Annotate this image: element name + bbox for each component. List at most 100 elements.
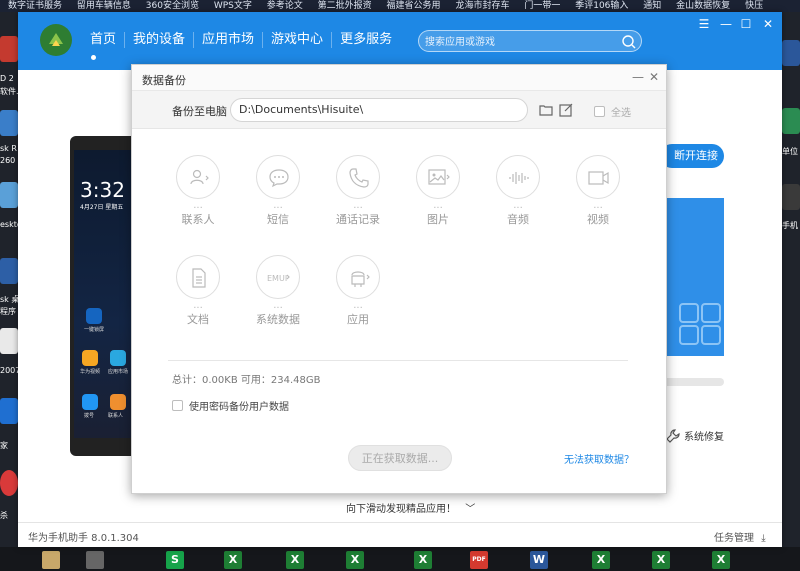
backup-dialog: 数据备份 — ✕ 备份至电脑 D:\Documents\Hisuite\ 全选 … xyxy=(131,64,667,494)
maximize-icon[interactable]: ☐ xyxy=(738,16,754,32)
backup-path-field[interactable]: D:\Documents\Hisuite\ xyxy=(230,98,528,122)
nav-my-device[interactable]: 我的设备 xyxy=(125,32,195,48)
category-count: ... xyxy=(593,200,603,211)
category-system-data[interactable]: EMUI ... 系统数据 xyxy=(248,255,308,327)
category-audio[interactable]: ... 音频 xyxy=(488,155,548,227)
search-box xyxy=(418,30,642,52)
desktop-top-item[interactable]: 龙海市封存车 xyxy=(455,1,509,11)
desktop-icon-label: D 2 xyxy=(0,74,14,83)
taskbar-app-icon[interactable]: S xyxy=(166,551,184,569)
desktop-left-icons: D 2 软件. sk R 260 eskto sk 桌 程序 2007 家 杀 xyxy=(0,12,18,547)
taskbar-app-icon[interactable]: X xyxy=(592,551,610,569)
desktop-top-item[interactable]: 留用车辆信息 xyxy=(77,1,131,11)
picture-icon xyxy=(428,169,450,185)
desktop-icon-label: 手机 xyxy=(782,221,798,230)
nav-more-services[interactable]: 更多服务 xyxy=(332,32,400,48)
desktop-top-item[interactable]: 第二批外报资 xyxy=(318,1,372,11)
wrench-icon xyxy=(666,428,680,443)
desktop-top-item[interactable]: WPS文字 xyxy=(214,1,252,11)
category-label: 文档 xyxy=(187,313,209,326)
desktop-app-icon[interactable] xyxy=(0,182,18,208)
taskbar-app-icon[interactable]: PDF xyxy=(470,551,488,569)
chevron-down-icon: ﹀ xyxy=(465,504,476,515)
category-circle xyxy=(416,155,460,199)
desktop-app-icon[interactable] xyxy=(782,184,800,210)
desktop-icon-label: 程序 xyxy=(0,307,16,316)
encrypt-option[interactable]: 使用密码备份用户数据 xyxy=(172,398,289,413)
category-pictures[interactable]: ... 图片 xyxy=(408,155,468,227)
menu-icon[interactable]: ☰ xyxy=(696,16,712,32)
desktop-top-item[interactable]: 通知 xyxy=(643,1,661,11)
desktop-app-icon[interactable] xyxy=(0,110,18,136)
category-call-log[interactable]: ... 通话记录 xyxy=(328,155,388,227)
nav-home[interactable]: 首页 xyxy=(82,32,126,48)
category-contacts[interactable]: ... 联系人 xyxy=(168,155,228,227)
minimize-icon[interactable]: — xyxy=(718,16,734,32)
close-icon[interactable]: ✕ xyxy=(646,69,662,85)
category-label: 通话记录 xyxy=(336,213,380,226)
desktop-top-item[interactable]: 福建省公务用 xyxy=(387,1,441,11)
desktop-top-item[interactable]: 快压 xyxy=(745,1,763,11)
desktop-top-item[interactable]: 季评106输入 xyxy=(575,1,628,11)
taskbar-app-icon[interactable]: X xyxy=(414,551,432,569)
phone-dial-icon xyxy=(82,394,98,410)
search-icon[interactable] xyxy=(621,34,637,50)
category-video[interactable]: ... 视频 xyxy=(568,155,628,227)
desktop-top-item[interactable]: 数字证书服务 xyxy=(8,1,62,11)
desktop-app-icon[interactable] xyxy=(0,470,18,496)
task-manager-label: 任务管理 xyxy=(714,533,754,544)
folder-icon[interactable] xyxy=(538,102,554,118)
scroll-hint[interactable]: 向下滑动发现精品应用！ ﹀ xyxy=(346,500,475,515)
encrypt-checkbox[interactable] xyxy=(172,400,183,411)
taskbar-app-icon[interactable]: X xyxy=(224,551,242,569)
nav-app-market[interactable]: 应用市场 xyxy=(194,32,264,48)
edit-icon[interactable] xyxy=(558,102,574,118)
category-label: 应用 xyxy=(347,313,369,326)
category-count: ... xyxy=(273,200,283,211)
phone-app-label: 拨号 xyxy=(84,413,95,419)
taskbar-app-icon[interactable]: X xyxy=(346,551,364,569)
audio-icon xyxy=(509,172,529,184)
divider xyxy=(168,360,628,361)
minimize-icon[interactable]: — xyxy=(630,69,646,85)
app-market-icon xyxy=(110,350,126,366)
taskbar-app-icon[interactable] xyxy=(86,551,104,569)
taskbar-app-icon[interactable]: X xyxy=(712,551,730,569)
taskbar-app-icon[interactable]: X xyxy=(652,551,670,569)
desktop-app-icon[interactable] xyxy=(0,398,18,424)
desktop-top-item[interactable]: 360安全浏览 xyxy=(146,1,199,11)
category-count: ... xyxy=(513,200,523,211)
desktop-icon-label: 杀 xyxy=(0,511,8,520)
desktop-top-item[interactable]: 金山数据恢复 xyxy=(676,1,730,11)
select-all[interactable]: 全选 xyxy=(594,104,631,119)
desktop-app-icon[interactable] xyxy=(0,328,18,354)
desktop-top-item[interactable]: 门一带一 xyxy=(524,1,560,11)
desktop-app-icon[interactable] xyxy=(782,40,800,66)
taskbar-app-icon[interactable]: W xyxy=(530,551,548,569)
desktop-top-item[interactable]: 参考论文 xyxy=(267,1,303,11)
help-link[interactable]: 无法获取数据？ xyxy=(564,451,634,466)
select-all-checkbox[interactable] xyxy=(594,106,605,117)
disconnect-button[interactable]: 断开连接 xyxy=(660,144,724,168)
search-input[interactable] xyxy=(425,34,615,50)
desktop-app-icon[interactable] xyxy=(0,36,18,62)
category-sms[interactable]: ... 短信 xyxy=(248,155,308,227)
app-footer: 华为手机助手 8.0.1.304 任务管理 ⤓ xyxy=(18,522,782,547)
close-icon[interactable]: ✕ xyxy=(760,16,776,32)
nav-game-center[interactable]: 游戏中心 xyxy=(263,32,333,48)
phone-time: 3:32 xyxy=(80,178,125,202)
desktop-icon-label: 单位 xyxy=(782,147,798,156)
category-count: ... xyxy=(273,300,283,311)
taskbar-app-icon[interactable] xyxy=(42,551,60,569)
system-repair-link[interactable]: 系统修复 xyxy=(666,428,724,443)
task-manager-button[interactable]: 任务管理 ⤓ xyxy=(714,529,766,544)
desktop-app-icon[interactable] xyxy=(0,258,18,284)
taskbar: S X X X X PDF W X X X xyxy=(0,547,800,571)
phone-app-label: 联系人 xyxy=(108,413,124,419)
category-documents[interactable]: ... 文档 xyxy=(168,255,228,327)
taskbar-app-icon[interactable]: X xyxy=(286,551,304,569)
desktop-app-icon[interactable] xyxy=(782,108,800,134)
loading-button[interactable]: 正在获取数据... xyxy=(348,445,452,471)
desktop-icon-label: 家 xyxy=(0,441,8,450)
category-apps[interactable]: ... 应用 xyxy=(328,255,388,327)
